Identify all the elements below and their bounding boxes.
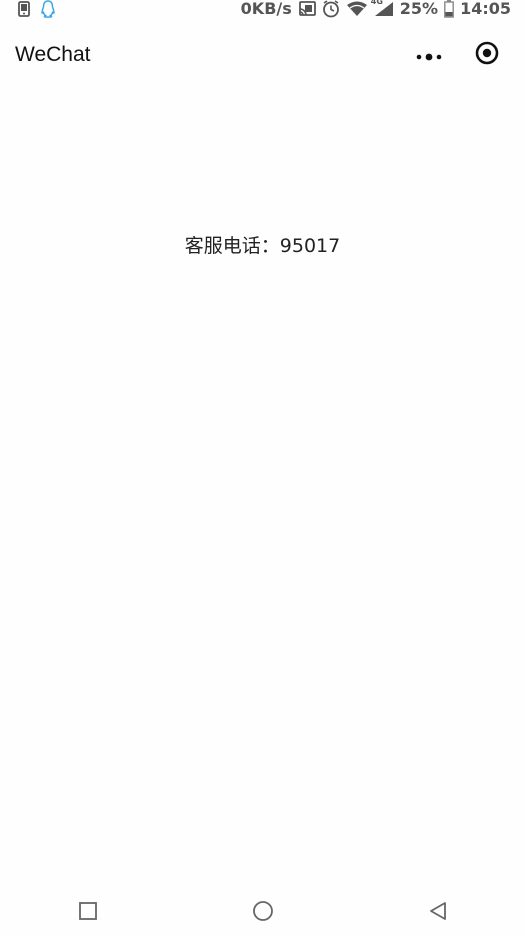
battery-percent: 25% xyxy=(399,0,439,18)
battery-icon xyxy=(444,0,454,18)
square-icon xyxy=(78,901,98,925)
title-bar: WeChat xyxy=(0,30,525,80)
clock-time: 14:05 xyxy=(460,0,511,18)
capsule-actions xyxy=(415,41,525,69)
network-speed: 0KB/s xyxy=(240,0,292,18)
status-right: 0KB/s 4G 25% 14:05 xyxy=(241,0,525,18)
phone-notification-icon xyxy=(18,1,30,17)
more-button[interactable] xyxy=(415,41,443,69)
cellular-signal-icon: 4G xyxy=(370,0,394,17)
qq-penguin-icon xyxy=(40,0,56,18)
close-miniprogram-button[interactable] xyxy=(473,41,501,69)
wifi-icon xyxy=(346,1,368,17)
circle-icon xyxy=(252,900,274,926)
nav-back-button[interactable] xyxy=(418,893,458,933)
triangle-back-icon xyxy=(428,901,448,925)
service-phone-text: 客服电话：95017 xyxy=(184,235,341,257)
android-nav-bar xyxy=(0,890,525,936)
cast-icon xyxy=(298,1,316,17)
status-bar: 0KB/s 4G 25% 14:05 xyxy=(0,0,525,18)
alarm-clock-icon xyxy=(322,0,340,18)
more-dots-icon xyxy=(416,46,442,65)
target-circle-icon xyxy=(475,41,499,69)
nav-recent-apps-button[interactable] xyxy=(68,893,108,933)
page-title: WeChat xyxy=(15,43,91,66)
status-left xyxy=(0,0,56,18)
screen: 0KB/s 4G 25% 14:05 WeChat 客服电话：95017 xyxy=(0,0,525,936)
nav-home-button[interactable] xyxy=(243,893,283,933)
network-type: 4G xyxy=(370,0,383,6)
